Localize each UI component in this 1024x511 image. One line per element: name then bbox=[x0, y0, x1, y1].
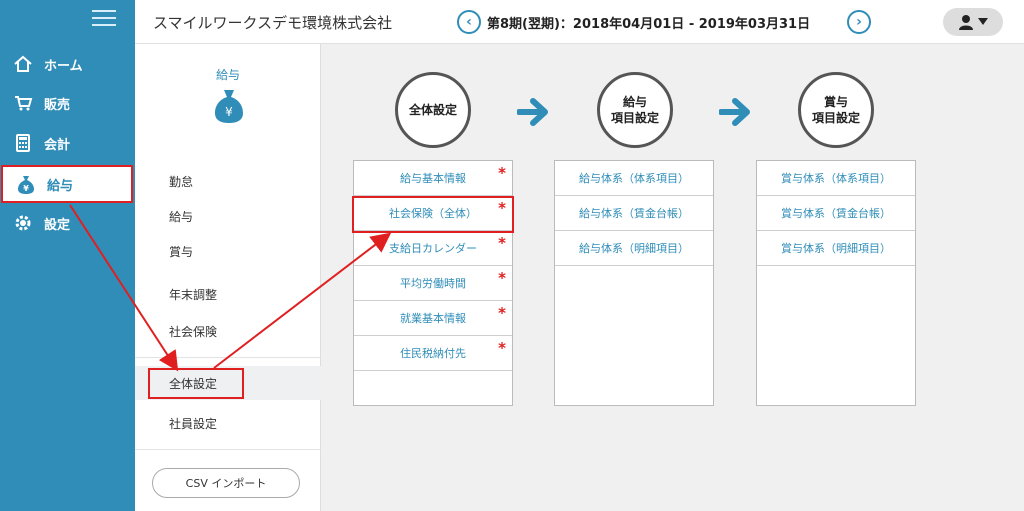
link-bonus-system-ledger[interactable]: 賞与体系（賃金台帳） bbox=[757, 196, 915, 231]
csv-import-button[interactable]: CSV インポート bbox=[152, 468, 300, 498]
link-label: 就業基本情報 bbox=[400, 312, 466, 325]
link-label: 住民税納付先 bbox=[400, 347, 466, 360]
next-period-button[interactable]: › bbox=[847, 10, 871, 34]
submenu-item-year-end-adjustment[interactable]: 年末調整 bbox=[135, 277, 321, 311]
submenu-item-bonus[interactable]: 賞与 bbox=[135, 234, 321, 268]
link-payday-calendar[interactable]: 支給日カレンダー * bbox=[354, 231, 512, 266]
app-root: ホーム 販売 会計 ¥ 給与 設定 スマイルワークスデモ環境株式会社 ‹ 第8期… bbox=[0, 0, 1024, 511]
submenu-item-attendance[interactable]: 勤怠 bbox=[135, 164, 321, 198]
step-label: 全体設定 bbox=[408, 103, 457, 117]
highlight-box-social-insurance bbox=[352, 196, 514, 233]
sidebar: ホーム 販売 会計 ¥ 給与 設定 bbox=[0, 0, 135, 511]
chevron-left-icon: ‹ bbox=[466, 14, 472, 30]
link-average-working-hours[interactable]: 平均労働時間 * bbox=[354, 266, 512, 301]
top-header: スマイルワークスデモ環境株式会社 ‹ 第8期(翌期)：2018年04月01日 -… bbox=[135, 0, 1024, 44]
link-label: 平均労働時間 bbox=[400, 277, 466, 290]
payroll-submenu: 給与 ¥ 勤怠 給与 賞与 年末調整 社会保険 全体設定 社員設定 CSV イン… bbox=[135, 44, 321, 511]
required-mark: * bbox=[498, 339, 506, 357]
company-name: スマイルワークスデモ環境株式会社 bbox=[153, 14, 393, 32]
step-bonus-items: 賞与 項目設定 bbox=[798, 72, 874, 148]
divider bbox=[135, 357, 321, 358]
user-icon bbox=[959, 15, 973, 30]
caret-down-icon bbox=[978, 18, 988, 25]
cart-icon bbox=[12, 92, 34, 114]
link-salary-system-items[interactable]: 給与体系（体系項目） bbox=[555, 161, 713, 196]
hamburger-menu-icon[interactable] bbox=[92, 10, 116, 28]
submenu-item-salary[interactable]: 給与 bbox=[135, 199, 321, 233]
chevron-right-icon: › bbox=[856, 14, 862, 30]
required-mark: * bbox=[498, 304, 506, 322]
sidebar-item-home[interactable]: ホーム bbox=[0, 45, 135, 83]
step-salary-items: 給与 項目設定 bbox=[597, 72, 673, 148]
link-label: 支給日カレンダー bbox=[389, 242, 477, 255]
user-menu-button[interactable] bbox=[943, 8, 1003, 36]
submenu-item-social-insurance[interactable]: 社会保険 bbox=[135, 314, 321, 348]
divider bbox=[135, 449, 321, 450]
required-mark: * bbox=[498, 269, 506, 287]
link-employment-basic-info[interactable]: 就業基本情報 * bbox=[354, 301, 512, 336]
link-salary-system-ledger[interactable]: 給与体系（賃金台帳） bbox=[555, 196, 713, 231]
link-salary-system-statement[interactable]: 給与体系（明細項目） bbox=[555, 231, 713, 266]
sidebar-item-label: 設定 bbox=[44, 217, 71, 233]
link-bonus-system-items[interactable]: 賞与体系（体系項目） bbox=[757, 161, 915, 196]
sidebar-item-label: 給与 bbox=[47, 178, 74, 194]
step-label: 賞与 bbox=[823, 95, 848, 109]
gear-icon bbox=[12, 212, 34, 234]
calculator-icon bbox=[12, 132, 34, 154]
highlight-box-general-settings bbox=[148, 368, 244, 399]
sidebar-item-payroll[interactable]: ¥ 給与 bbox=[1, 165, 133, 203]
yen-bag-icon: ¥ bbox=[215, 90, 243, 123]
required-mark: * bbox=[498, 164, 506, 182]
submenu-item-employee-settings[interactable]: 社員設定 bbox=[135, 406, 321, 440]
link-bonus-system-statement[interactable]: 賞与体系（明細項目） bbox=[757, 231, 915, 266]
step-label: 項目設定 bbox=[811, 111, 860, 125]
bonus-items-panel: 賞与体系（体系項目） 賞与体系（賃金台帳） 賞与体系（明細項目） bbox=[756, 160, 916, 406]
sidebar-item-settings[interactable]: 設定 bbox=[0, 204, 135, 242]
salary-items-panel: 給与体系（体系項目） 給与体系（賃金台帳） 給与体系（明細項目） bbox=[554, 160, 714, 406]
previous-period-button[interactable]: ‹ bbox=[457, 10, 481, 34]
link-label: 給与基本情報 bbox=[400, 172, 466, 185]
step-label: 項目設定 bbox=[610, 111, 659, 125]
svg-text:¥: ¥ bbox=[225, 105, 233, 119]
home-icon bbox=[12, 53, 34, 75]
sidebar-item-label: 会計 bbox=[44, 137, 71, 153]
yen-bag-icon: ¥ bbox=[15, 173, 37, 195]
sidebar-item-label: 販売 bbox=[44, 97, 71, 113]
sidebar-item-sales[interactable]: 販売 bbox=[0, 84, 135, 122]
sidebar-item-label: ホーム bbox=[44, 58, 83, 74]
required-mark: * bbox=[498, 234, 506, 252]
svg-text:¥: ¥ bbox=[23, 184, 29, 193]
link-resident-tax-payee[interactable]: 住民税納付先 * bbox=[354, 336, 512, 371]
sidebar-item-accounting[interactable]: 会計 bbox=[0, 124, 135, 162]
arrow-right-icon bbox=[517, 98, 548, 126]
link-salary-basic-info[interactable]: 給与基本情報 * bbox=[354, 161, 512, 196]
arrow-right-icon bbox=[719, 98, 750, 126]
step-label: 給与 bbox=[622, 95, 647, 109]
submenu-title: 給与 bbox=[215, 68, 240, 82]
fiscal-period: 第8期(翌期)：2018年04月01日 - 2019年03月31日 bbox=[487, 17, 811, 32]
step-general-settings: 全体設定 bbox=[395, 72, 471, 148]
